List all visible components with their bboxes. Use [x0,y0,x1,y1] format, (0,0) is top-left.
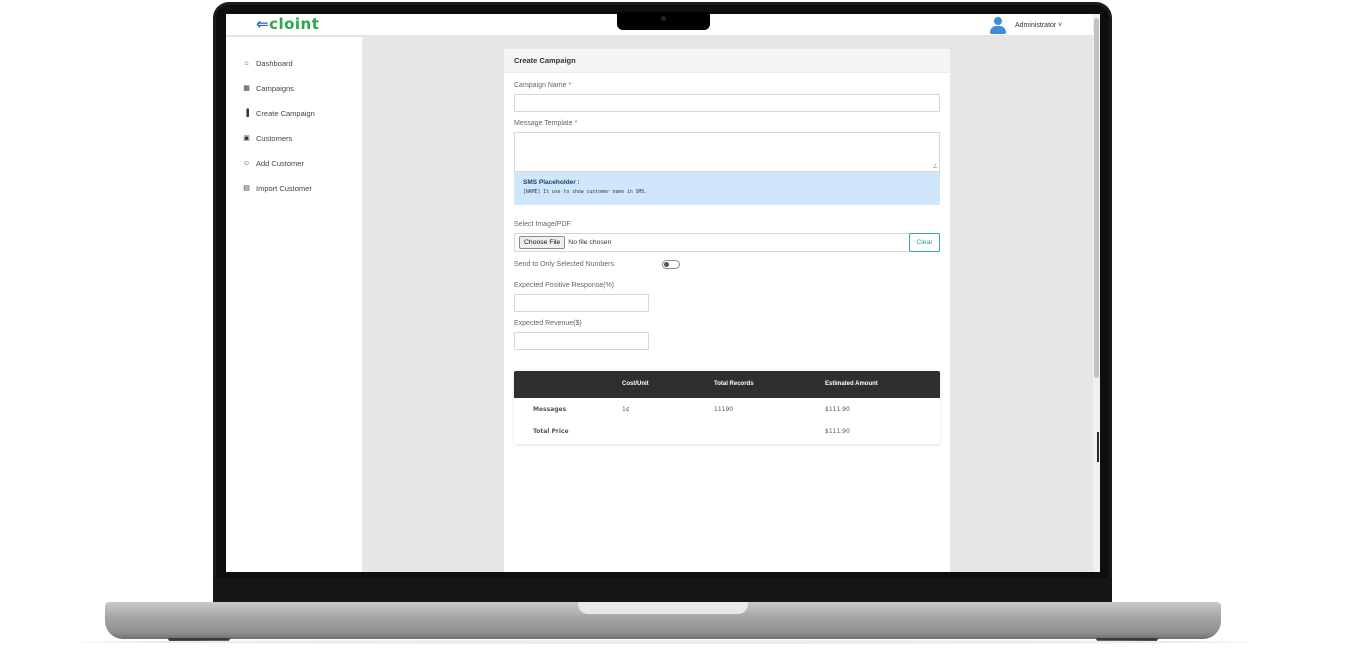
brand-logo[interactable]: ⇐cloint [256,15,319,33]
message-template-textarea[interactable]: ∠ [514,132,940,172]
sidebar-item-label: Create Campaign [256,108,315,118]
sidebar-item-import-customer[interactable]: ▤ Import Customer [242,182,312,194]
cell-total-price: $111.90 [825,428,850,435]
sidebar-item-dashboard[interactable]: ⌂ Dashboard [242,57,293,69]
home-icon: ⌂ [244,59,249,67]
address-book-icon: ▣ [243,135,250,142]
logo-text: cloint [269,15,320,33]
revenue-input[interactable] [514,332,649,350]
sidebar-item-label: Import Customer [256,183,312,193]
sms-placeholder-text: [NAME] It use to show customer name in S… [523,190,648,195]
row-label-messages: Messages [533,406,567,413]
laptop-base-notch [578,602,748,614]
campaign-name-input[interactable] [514,94,940,112]
send-selected-label: Send to Only Selected Numbers [514,261,614,268]
send-selected-toggle[interactable] [662,260,680,269]
sidebar-item-campaigns[interactable]: ▦ Campaigns [242,82,294,94]
file-input[interactable]: Choose File No file chosen [514,233,909,252]
camera-icon [661,16,666,21]
card-header: Create Campaign [504,49,950,73]
file-status-text: No file chosen [568,239,612,246]
sidebar-item-label: Add Customer [256,158,304,168]
sidebar-item-customers[interactable]: ▣ Customers [242,132,292,144]
table-header: Cost/Unit Total Records Estimated Amount [514,371,940,398]
sidebar: ⌂ Dashboard ▦ Campaigns ▐ Create Campaig… [226,37,362,572]
page-scrollbar-thumb[interactable] [1094,18,1099,378]
camera-notch [617,12,710,30]
app-screen: ⇐cloint Administrator ˅ ⌂ Dashboard ▦ Ca… [226,14,1100,572]
column-header-total-records: Total Records [714,381,754,387]
row-label-total-price: Total Price [533,428,569,435]
file-import-icon: ▤ [243,185,250,192]
column-header-estimated-amount: Estimated Amount [825,381,878,387]
scroll-marker [1097,432,1099,462]
campaign-name-label: Campaign Name * [514,82,572,89]
table-icon: ▦ [243,85,250,92]
user-name: Administrator ˅ [1015,21,1063,29]
laptop-hinge [213,578,1112,602]
page-title: Create Campaign [514,56,576,65]
column-header-cost-unit: Cost/Unit [622,381,649,387]
positive-response-input[interactable] [514,294,649,312]
create-campaign-card: Create Campaign Campaign Name * Message … [504,49,950,572]
message-template-label: Message Template * [514,120,578,127]
cell-estimated-amount: $111.90 [825,406,850,413]
user-avatar-icon [989,16,1007,34]
bar-chart-icon: ▐ [244,109,249,117]
logo-mark-icon: ⇐ [256,15,270,33]
sidebar-item-label: Campaigns [256,83,294,93]
choose-file-button[interactable]: Choose File [519,236,566,249]
pricing-table: Cost/Unit Total Records Estimated Amount… [514,371,940,444]
select-image-label: Select Image/PDF [514,221,571,228]
sms-placeholder-info: SMS Placeholder : [NAME] It use to show … [514,172,940,205]
resize-handle-icon[interactable]: ∠ [933,164,938,170]
clear-button[interactable]: Clear [909,233,940,252]
user-menu[interactable]: Administrator ˅ [989,15,1062,35]
cell-cost-unit: 1¢ [622,406,630,413]
sidebar-item-add-customer[interactable]: ☺ Add Customer [242,157,304,169]
sidebar-item-create-campaign[interactable]: ▐ Create Campaign [242,107,315,119]
positive-response-label: Expected Positive Response(%) [514,282,614,289]
cell-total-records: 11190 [714,406,734,413]
sms-placeholder-title: SMS Placeholder : [523,179,580,186]
laptop-shadow [80,640,1250,644]
sidebar-item-label: Customers [256,133,293,143]
user-plus-icon: ☺ [242,159,251,167]
sidebar-item-label: Dashboard [256,58,293,68]
revenue-label: Expected Revenue($) [514,320,582,327]
